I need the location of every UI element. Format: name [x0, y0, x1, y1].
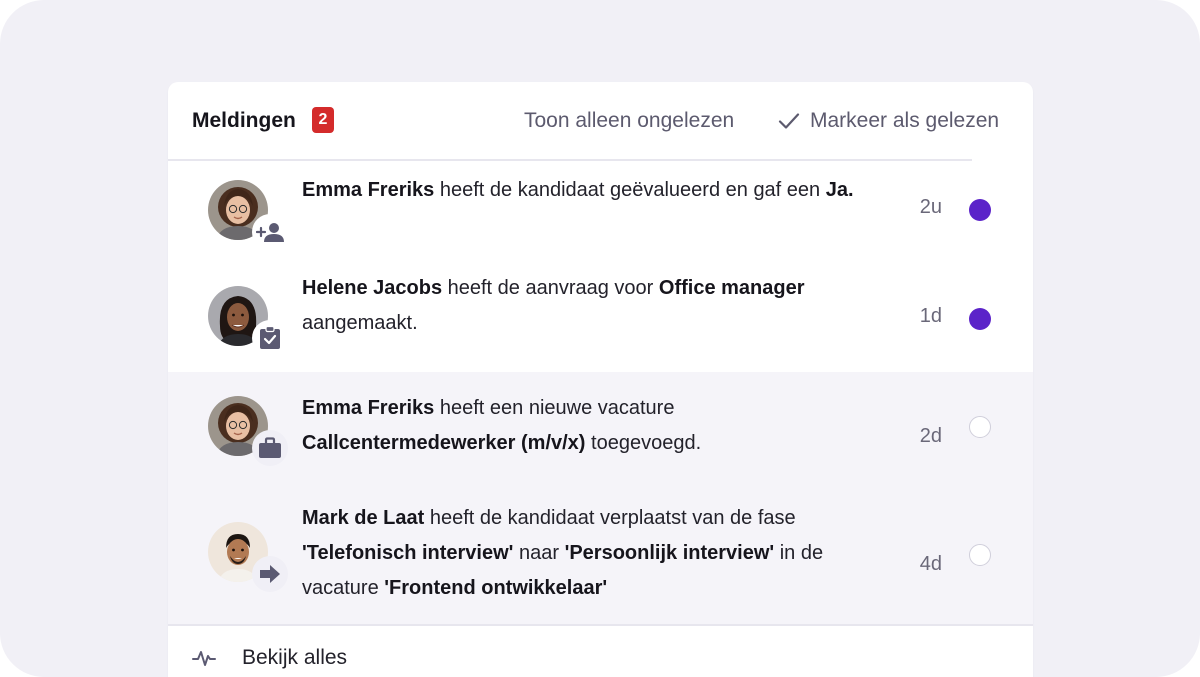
- app-background: Meldingen 2 Toon alleen ongelezen Markee…: [0, 0, 1200, 677]
- show-unread-only-button[interactable]: Toon alleen ongelezen: [524, 109, 734, 133]
- notification-segment: Ja.: [825, 179, 854, 201]
- activity-icon: [192, 651, 216, 666]
- notification-time: 2d: [919, 425, 942, 447]
- unread-count-badge: 2: [312, 107, 334, 133]
- avatar-group: [208, 522, 288, 592]
- notification-text: Emma Freriks heeft een nieuwe vacature C…: [302, 391, 882, 461]
- notification-segment: Emma Freriks: [302, 397, 435, 419]
- notification-segment: Callcentermedewerker (m/v/x): [302, 432, 586, 454]
- notification-segment: 'Frontend ontwikkelaar': [384, 577, 608, 599]
- notifications-panel: Meldingen 2 Toon alleen ongelezen Markee…: [168, 82, 1033, 677]
- check-icon: [778, 113, 800, 129]
- notification-segment: Office manager: [658, 277, 805, 299]
- notification-segment: Mark de Laat: [302, 507, 425, 529]
- notification-segment: toegevoegd.: [585, 432, 702, 454]
- notification-segment: Helene Jacobs: [302, 277, 443, 299]
- read-indicator[interactable]: [969, 544, 991, 566]
- notification-item[interactable]: Emma Freriks heeft een nieuwe vacature C…: [168, 372, 1033, 484]
- notification-segment: heeft de kandidaat geëvalueerd en gaf ee…: [434, 179, 826, 201]
- notification-segment: heeft een nieuwe vacature: [434, 397, 675, 419]
- add-person-icon: [256, 223, 284, 242]
- notification-segment: Emma Freriks: [302, 179, 435, 201]
- notification-segment: 'Persoonlijk interview': [564, 542, 775, 564]
- action-badge: [252, 214, 288, 250]
- briefcase-icon: [259, 437, 281, 458]
- avatar-group: [208, 396, 288, 466]
- notification-segment: heeft de kandidaat verplaatst van de fas…: [424, 507, 796, 529]
- unread-indicator[interactable]: [969, 308, 991, 330]
- read-indicator[interactable]: [969, 416, 991, 438]
- notification-item[interactable]: Helene Jacobs heeft de aanvraag voor Off…: [168, 270, 1033, 372]
- notification-text: Helene Jacobs heeft de aanvraag voor Off…: [302, 271, 882, 341]
- notification-segment: naar: [513, 542, 565, 564]
- notification-time: 1d: [919, 305, 942, 327]
- view-all-link[interactable]: Bekijk alles: [242, 646, 347, 670]
- avatar-group: [208, 286, 288, 356]
- notification-text: Emma Freriks heeft de kandidaat geëvalue…: [302, 173, 882, 208]
- clipboard-check-icon: [260, 326, 280, 349]
- notification-segment: heeft de aanvraag voor: [442, 277, 659, 299]
- panel-title: Meldingen: [192, 109, 296, 132]
- notification-segment: aangemaakt.: [302, 312, 418, 334]
- mark-as-read-button[interactable]: Markeer als gelezen: [778, 109, 999, 133]
- panel-header: Meldingen 2 Toon alleen ongelezen Markee…: [168, 82, 999, 161]
- notification-item[interactable]: Emma Freriks heeft de kandidaat geëvalue…: [168, 160, 1033, 270]
- unread-indicator[interactable]: [969, 199, 991, 221]
- panel-footer: Bekijk alles: [168, 624, 1033, 677]
- action-badge: [252, 430, 288, 466]
- notification-item[interactable]: Mark de Laat heeft de kandidaat verplaat…: [168, 484, 1033, 624]
- arrow-right-icon: [260, 565, 280, 583]
- action-badge: [252, 556, 288, 592]
- notification-text: Mark de Laat heeft de kandidaat verplaat…: [302, 501, 882, 606]
- mark-as-read-label: Markeer als gelezen: [810, 109, 1000, 132]
- notification-time: 4d: [919, 553, 942, 575]
- notification-time: 2u: [919, 196, 942, 218]
- notification-segment: 'Telefonisch interview': [302, 542, 514, 564]
- avatar-group: [208, 180, 288, 250]
- action-badge: [252, 320, 288, 356]
